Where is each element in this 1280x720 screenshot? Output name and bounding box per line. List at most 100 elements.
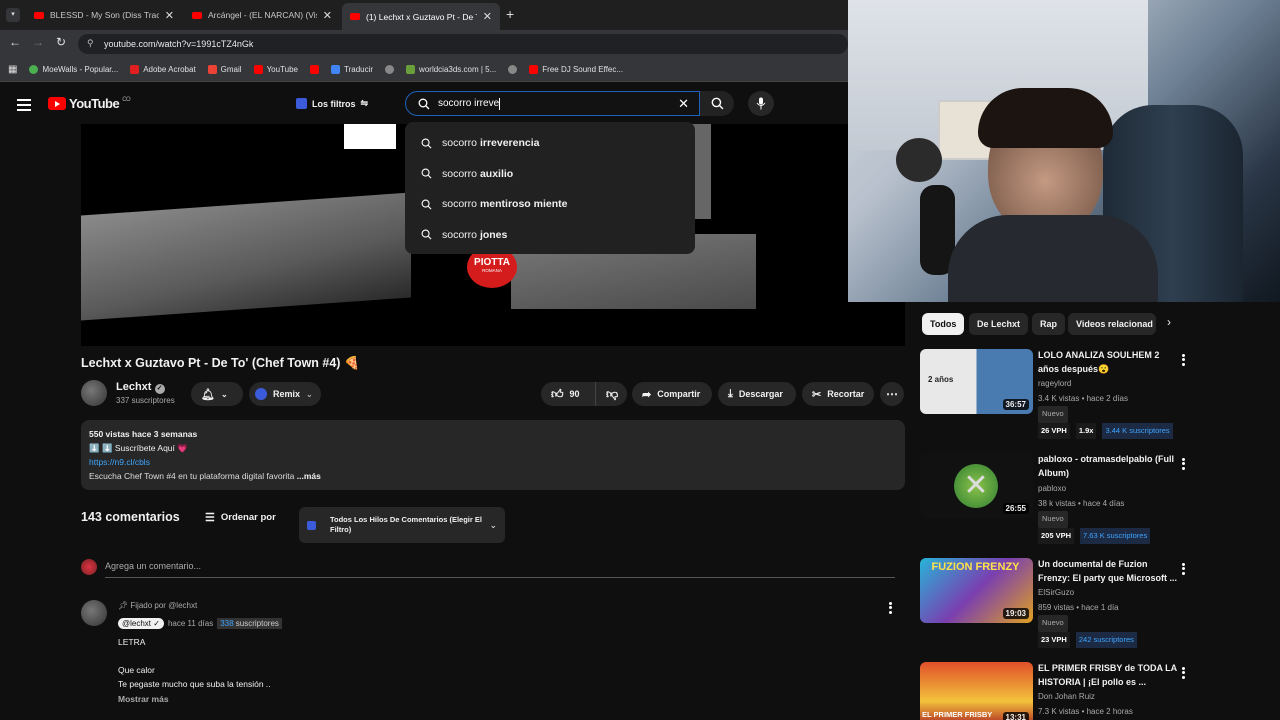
menu-icon[interactable] (17, 96, 31, 114)
more-actions-button[interactable]: ⋯ (880, 382, 904, 406)
comments-count: 143 comentarios (81, 510, 180, 524)
channel-name[interactable]: Lechxt ✓ (116, 381, 165, 394)
notifications-button[interactable]: 🔔︎ ⌄ (191, 382, 243, 406)
search-button[interactable] (700, 91, 734, 116)
description-box[interactable]: 550 vistas hace 3 semanas ⬇️ ⬇️ Suscríbe… (81, 420, 905, 490)
related-video-title[interactable]: pabloxo - otramasdelpablo (Full Album) (1038, 453, 1178, 480)
webcam-plush (896, 138, 942, 182)
comment-header: @lechxt ✓ hace 11 días 338 suscriptores (118, 618, 282, 629)
sort-comments-button[interactable]: ☰ Ordenar por (205, 511, 276, 524)
bookmark-dj[interactable]: Free DJ Sound Effec... (529, 65, 623, 74)
bookmark-youtube[interactable]: YouTube (253, 65, 298, 74)
url-field[interactable]: ⚲ youtube.com/watch?v=1991cTZ4nGk (78, 34, 848, 54)
globe-icon (385, 65, 395, 74)
dislike-button[interactable]: 👎︎ (595, 382, 627, 406)
pin-icon: 📌︎ (118, 601, 129, 610)
bookmark-worldcia[interactable]: worldcia3ds.com | 5... (406, 65, 496, 74)
chip-all[interactable]: Todos (922, 313, 965, 335)
browser-tab-1[interactable]: BLESSD - My Son (Diss Track fo ✕ (26, 4, 182, 26)
close-tab-icon[interactable]: ✕ (165, 9, 174, 22)
video-stats: 205 VPH 7.63 K suscriptores (1038, 527, 1151, 544)
related-video-title[interactable]: EL PRIMER FRISBY de TODA LA HISTORIA | ¡… (1038, 662, 1178, 689)
bookmark-gmail[interactable]: Gmail (207, 65, 242, 74)
suggestion-item[interactable]: socorro mentiroso miente (405, 189, 695, 220)
comment-time: hace 11 días (167, 619, 214, 628)
comment-filter-dropdown[interactable]: Todos Los Hilos De Comentarios (Elegir E… (299, 507, 505, 543)
close-tab-icon[interactable]: ✕ (323, 9, 332, 22)
chevron-right-icon[interactable]: › (1167, 315, 1171, 329)
filters-button[interactable]: Los filtros ⇋ (296, 98, 368, 109)
bookmark-moewalls[interactable]: MoeWalls - Popular... (29, 65, 118, 74)
video-thumbnail[interactable]: 2 años 36:57 (920, 349, 1033, 414)
back-icon[interactable]: ← (9, 35, 21, 49)
add-comment-input[interactable]: Agrega un comentario... (105, 561, 895, 578)
download-button[interactable]: ⤓ Descargar (718, 382, 796, 406)
tab-search-button[interactable]: ▾ (6, 8, 20, 22)
video-menu-icon[interactable] (1182, 456, 1186, 471)
channel-avatar[interactable] (81, 380, 107, 406)
show-more-link[interactable]: ...más (297, 471, 321, 481)
related-video-title[interactable]: LOLO ANALIZA SOULHEM 2 años después😮 (1038, 349, 1178, 376)
bookmark-globe-2[interactable] (508, 65, 518, 74)
video-menu-icon[interactable] (1182, 561, 1186, 576)
close-tab-icon[interactable]: ✕ (483, 10, 492, 23)
description-line: Escucha Chef Town #4 en tu plataforma di… (89, 471, 295, 481)
video-thumbnail[interactable]: FUZION FRENZY 19:03 (920, 558, 1033, 623)
microphone-icon (756, 97, 766, 110)
description-line: ⬇️ ⬇️ Suscríbete Aquí 💗 (89, 443, 188, 453)
comment-author-avatar[interactable] (81, 600, 107, 626)
apps-grid-icon[interactable]: ▦ (8, 64, 17, 75)
comment-menu-icon[interactable] (889, 600, 893, 615)
video-thumbnail[interactable]: ✕ 26:55 (920, 453, 1033, 518)
clear-search-icon[interactable]: ✕ (678, 96, 689, 112)
description-link[interactable]: https://n9.cl/cbls (89, 457, 150, 467)
video-stats: 23 VPH 242 suscriptores (1038, 631, 1137, 648)
search-input[interactable]: socorro irreve ✕ (405, 91, 700, 116)
share-button[interactable]: ➦ Compartir (632, 382, 712, 406)
bookmarks-bar: ▦ MoeWalls - Popular... Adobe Acrobat Gm… (0, 58, 848, 82)
browser-tab-3-active[interactable]: (1) Lechxt x Guztavo Pt - De To ✕ (342, 3, 500, 30)
comment-author-badge[interactable]: @lechxt ✓ (118, 618, 164, 629)
scissors-icon: ✂ (812, 388, 822, 401)
bookmark-adobe[interactable]: Adobe Acrobat (130, 65, 196, 74)
video-thumbnail[interactable]: EL PRIMER FRISBY 13:31 (920, 662, 1033, 720)
author-subscribers-badge: 338 suscriptores (217, 618, 282, 629)
clip-button[interactable]: ✂ Recortar (802, 382, 874, 406)
youtube-favicon-icon (192, 11, 202, 19)
new-badge: Nuevo (1038, 406, 1068, 423)
description-stats: 550 vistas hace 3 semanas (89, 429, 198, 439)
remix-button[interactable]: Remix ⌄ (249, 382, 321, 406)
chip-related[interactable]: Videos relacionad (1068, 313, 1156, 335)
suggestion-item[interactable]: socorro irreverencia (405, 128, 695, 159)
related-video-title[interactable]: Un documental de Fuzion Frenzy: El party… (1038, 558, 1178, 585)
youtube-icon (253, 65, 263, 74)
youtube-logo[interactable]: YouTube CO (48, 96, 131, 111)
pinned-label: 📌︎ Fijado por @lechxt (118, 601, 198, 610)
bookmark-youtube-2[interactable] (310, 65, 319, 74)
chip-rap[interactable]: Rap (1032, 313, 1066, 335)
url-text: youtube.com/watch?v=1991cTZ4nGk (104, 39, 254, 49)
like-button[interactable]: 👍︎ 90 (541, 382, 595, 406)
browser-tab-2[interactable]: Arcángel - (EL NARCAN) (Visua ✕ (184, 4, 340, 26)
comment-show-more[interactable]: Mostrar más (118, 694, 169, 704)
video-menu-icon[interactable] (1182, 352, 1186, 367)
forward-icon[interactable]: → (32, 35, 44, 49)
video-menu-icon[interactable] (1182, 665, 1186, 680)
share-icon: ➦ (642, 388, 652, 401)
suggestion-item[interactable]: socorro jones (405, 220, 695, 251)
reload-icon[interactable]: ↻ (56, 35, 66, 49)
chip-from-channel[interactable]: De Lechxt (969, 313, 1029, 335)
chevron-down-icon: ⌄ (220, 389, 228, 399)
voice-search-button[interactable] (748, 91, 774, 116)
new-tab-icon[interactable]: + (506, 6, 514, 22)
site-info-icon[interactable]: ⚲ (87, 38, 94, 49)
webcam-person-hair (978, 88, 1113, 148)
search-icon (421, 229, 432, 240)
thumbnail-text: EL PRIMER FRISBY (922, 710, 993, 719)
suggestion-item[interactable]: socorro auxilio (405, 159, 695, 190)
thumbnail-text: FUZION FRENZY (931, 561, 1020, 573)
bookmark-traducir[interactable]: Traducir (331, 65, 373, 74)
translate-icon (331, 65, 340, 74)
bookmark-globe[interactable] (385, 65, 395, 74)
chevron-down-icon: ⌄ (306, 389, 313, 399)
